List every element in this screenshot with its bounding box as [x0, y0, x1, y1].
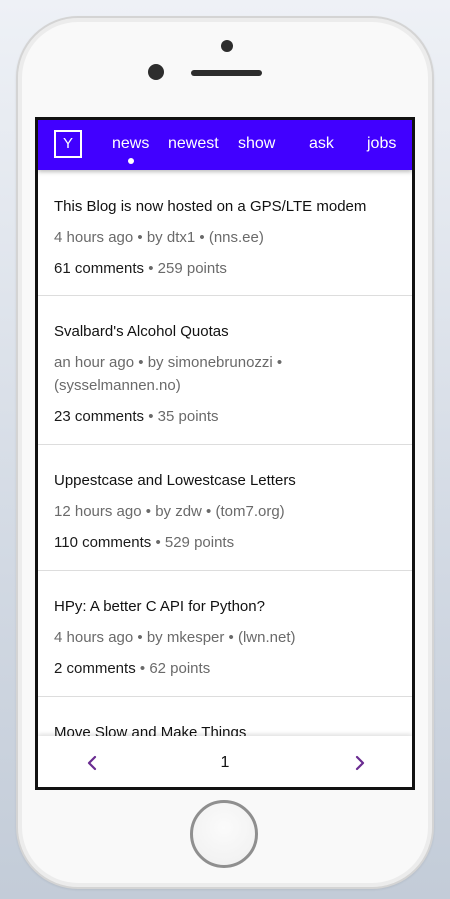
separator-dot: •	[228, 629, 234, 646]
story-time: 4 hours ago	[54, 629, 134, 646]
separator-dot: •	[145, 503, 152, 520]
previous-page-button[interactable]	[82, 751, 102, 775]
story-meta: 12 hours ago • by zdw • (tom7.org)	[54, 500, 384, 523]
nav-newest[interactable]: newest	[168, 134, 219, 154]
story-item: Move Slow and Make Things	[38, 697, 412, 736]
story-domain[interactable]: (sysselmannen.no)	[54, 377, 181, 394]
separator-dot: •	[139, 660, 146, 677]
story-author[interactable]: by mkesper	[147, 629, 225, 646]
app-screen: Y news newest show ask jobs This Blog is…	[35, 117, 415, 790]
top-navigation-bar: Y news newest show ask jobs	[38, 120, 412, 170]
story-points: 62 points	[149, 660, 211, 677]
story-meta: 4 hours ago • by mkesper • (lwn.net)	[54, 626, 384, 649]
story-domain[interactable]: (tom7.org)	[215, 503, 284, 520]
separator-dot: •	[155, 534, 161, 551]
story-stats: 61 comments • 259 points	[54, 259, 227, 279]
separator-dot: •	[276, 354, 283, 371]
separator-dot: •	[148, 408, 154, 425]
story-points: 35 points	[157, 408, 219, 425]
next-page-button[interactable]	[350, 751, 370, 775]
story-stats: 2 comments • 62 points	[54, 659, 210, 679]
nav-newest-label: newest	[168, 135, 219, 152]
front-camera	[148, 64, 164, 80]
nav-news-label: news	[112, 135, 150, 152]
story-stats: 110 comments • 529 points	[54, 533, 234, 553]
nav-show[interactable]: show	[238, 134, 275, 154]
pagination-bar: 1	[38, 736, 412, 787]
story-title[interactable]: Move Slow and Make Things	[54, 723, 246, 736]
separator-dot: •	[138, 354, 144, 371]
story-list[interactable]: This Blog is now hosted on a GPS/LTE mod…	[38, 170, 412, 736]
story-item: Svalbard's Alcohol Quotas an hour ago • …	[38, 296, 412, 445]
story-domain[interactable]: (lwn.net)	[238, 629, 296, 646]
story-title[interactable]: HPy: A better C API for Python?	[54, 597, 265, 617]
nav-ask[interactable]: ask	[309, 134, 334, 154]
story-author[interactable]: by dtx1	[147, 229, 195, 246]
story-stats: 23 comments • 35 points	[54, 407, 219, 427]
separator-dot: •	[199, 229, 205, 246]
story-time: 12 hours ago	[54, 503, 142, 520]
story-comments-link[interactable]: 23 comments	[54, 408, 144, 425]
home-button[interactable]	[190, 800, 258, 868]
front-sensor	[221, 40, 233, 52]
story-item: Uppestcase and Lowestcase Letters 12 hou…	[38, 445, 412, 571]
separator-dot: •	[148, 260, 154, 277]
nav-ask-label: ask	[309, 135, 334, 152]
active-indicator-dot	[127, 158, 134, 164]
chevron-right-icon	[355, 755, 365, 771]
logo-button[interactable]: Y	[54, 130, 82, 158]
story-points: 529 points	[164, 534, 235, 551]
story-points: 259 points	[157, 260, 227, 277]
nav-jobs[interactable]: jobs	[367, 134, 396, 154]
chevron-left-icon	[87, 755, 97, 771]
story-author[interactable]: by simonebrunozzi	[148, 354, 273, 371]
separator-dot: •	[137, 229, 143, 246]
story-author[interactable]: by zdw	[155, 503, 202, 520]
story-item: HPy: A better C API for Python? 4 hours …	[38, 571, 412, 697]
story-comments-link[interactable]: 110 comments	[54, 534, 151, 551]
story-title[interactable]: This Blog is now hosted on a GPS/LTE mod…	[54, 197, 366, 217]
story-time: an hour ago	[54, 354, 135, 371]
story-domain[interactable]: (nns.ee)	[209, 229, 264, 246]
earpiece-speaker	[191, 70, 262, 76]
story-comments-link[interactable]: 61 comments	[54, 260, 144, 277]
current-page-number: 1	[220, 754, 230, 771]
story-title[interactable]: Uppestcase and Lowestcase Letters	[54, 471, 296, 491]
story-item: This Blog is now hosted on a GPS/LTE mod…	[38, 170, 412, 296]
separator-dot: •	[137, 629, 143, 646]
story-meta: an hour ago • by simonebrunozzi • (sysse…	[54, 351, 384, 397]
nav-news[interactable]: news	[112, 134, 150, 164]
story-comments-link[interactable]: 2 comments	[54, 660, 136, 677]
story-time: 4 hours ago	[54, 229, 134, 246]
separator-dot: •	[206, 503, 212, 520]
story-title[interactable]: Svalbard's Alcohol Quotas	[54, 322, 229, 342]
nav-show-label: show	[238, 135, 276, 152]
story-meta: 4 hours ago • by dtx1 • (nns.ee)	[54, 226, 384, 249]
nav-jobs-label: jobs	[367, 135, 397, 152]
